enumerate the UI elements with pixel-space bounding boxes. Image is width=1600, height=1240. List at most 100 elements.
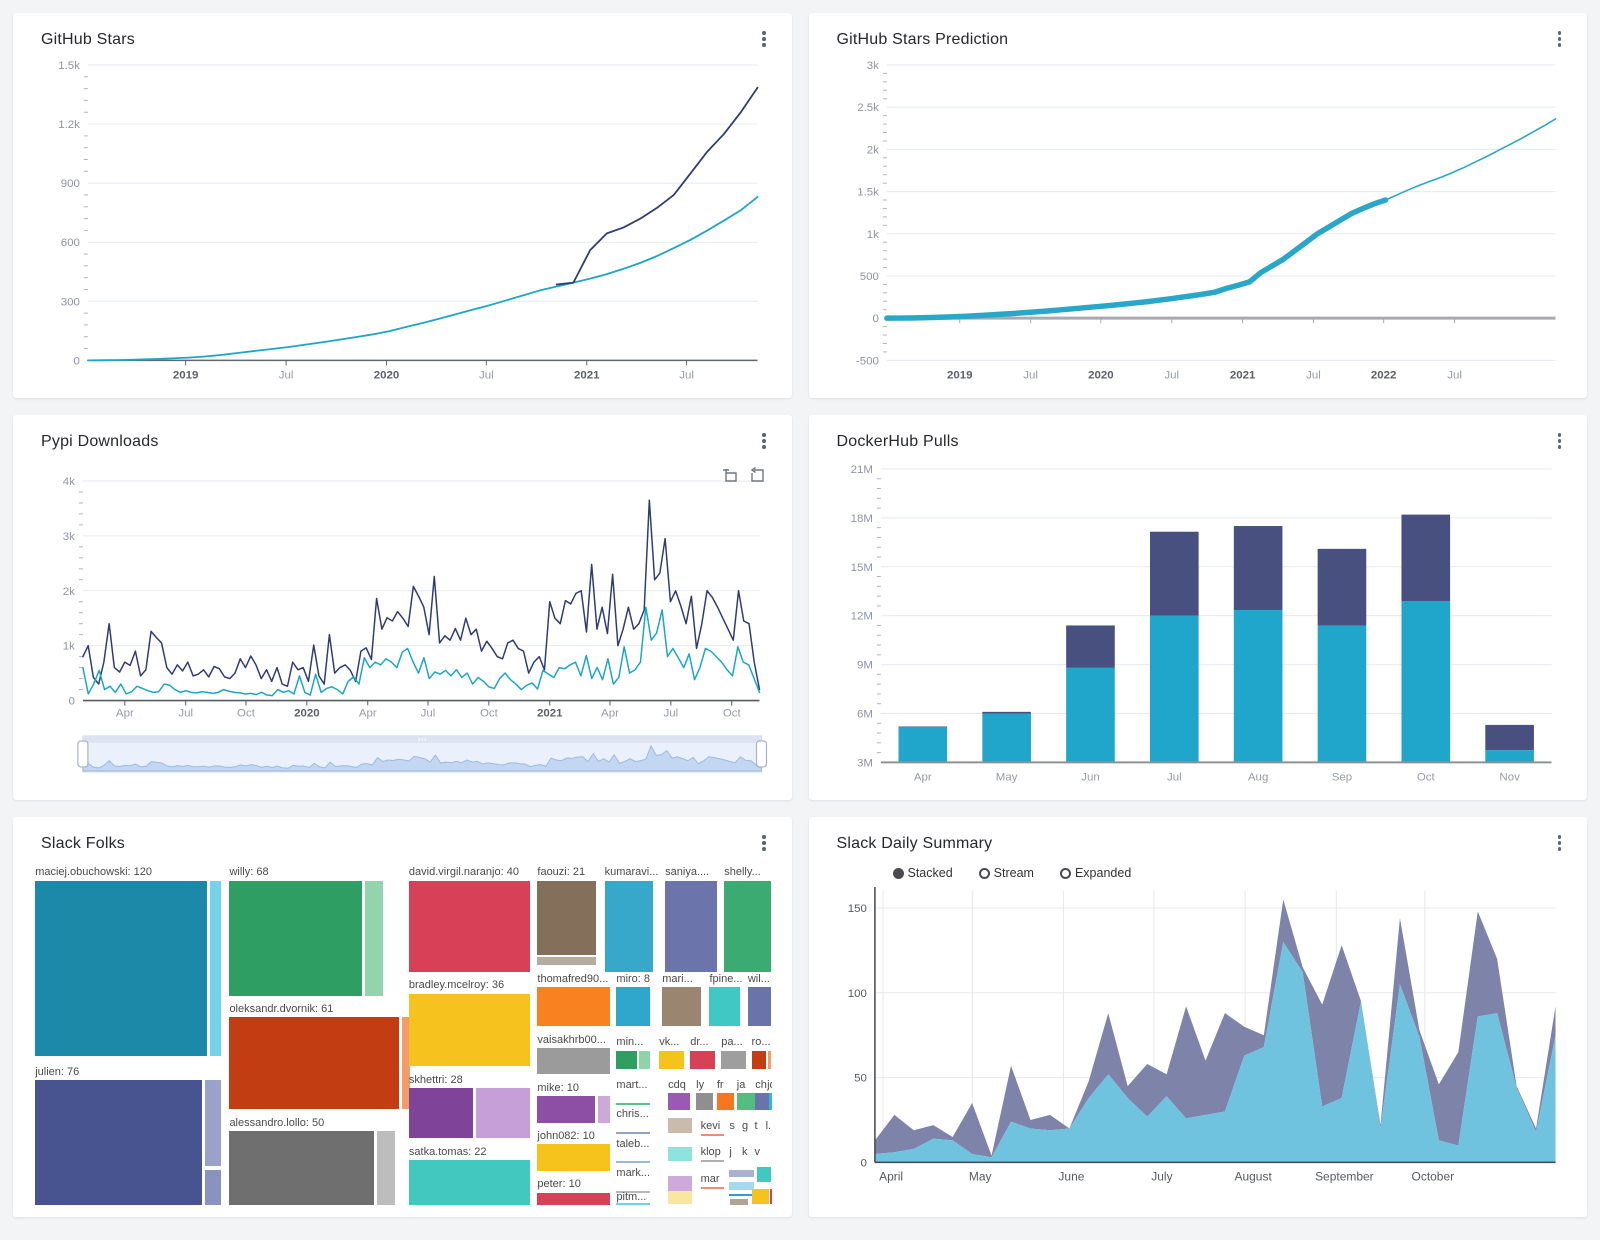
legend-item-stacked[interactable]: Stacked <box>893 866 953 880</box>
treemap-cell[interactable] <box>668 1176 692 1191</box>
treemap-cell[interactable] <box>717 1093 734 1109</box>
treemap-cell[interactable] <box>616 1051 637 1069</box>
datazoom-handle-right[interactable] <box>757 741 767 767</box>
treemap-cell[interactable] <box>639 1051 649 1069</box>
kebab-menu-icon[interactable] <box>1552 429 1568 453</box>
treemap-cell[interactable] <box>537 987 609 1026</box>
treemap-cell[interactable] <box>35 881 206 1056</box>
bar-segment[interactable] <box>1066 668 1115 763</box>
legend-item-expanded[interactable]: Expanded <box>1060 866 1131 880</box>
treemap-cell[interactable] <box>769 1093 772 1109</box>
treemap-cell[interactable] <box>409 1088 473 1138</box>
treemap-cell[interactable] <box>616 1203 650 1205</box>
treemap-cell[interactable] <box>752 1189 768 1204</box>
kebab-menu-icon[interactable] <box>756 429 772 453</box>
bar-segment[interactable] <box>1066 625 1115 667</box>
treemap-cell[interactable] <box>605 881 654 972</box>
treemap-cell[interactable] <box>701 1160 725 1162</box>
treemap-cell[interactable] <box>365 881 383 996</box>
treemap-cell[interactable] <box>696 1093 713 1109</box>
treemap-cell[interactable] <box>709 987 740 1026</box>
treemap-cell[interactable] <box>205 1170 221 1205</box>
treemap-cell[interactable] <box>768 1051 772 1069</box>
slack-daily-summary-chart[interactable]: 050100150AprilMayJuneJulyAugustSeptember… <box>829 883 1568 1188</box>
bar-segment[interactable] <box>898 727 947 762</box>
treemap-cell[interactable] <box>616 1132 650 1134</box>
treemap-cell[interactable] <box>537 881 595 956</box>
treemap-cell[interactable] <box>210 881 222 1056</box>
treemap-cell[interactable] <box>229 881 362 996</box>
treemap-cell[interactable] <box>757 1167 772 1182</box>
treemap-label: john082: 10 <box>537 1130 595 1142</box>
treemap-cell[interactable] <box>537 1096 595 1123</box>
bar-segment[interactable] <box>982 713 1031 762</box>
treemap-label: mari... <box>662 973 693 985</box>
treemap-cell[interactable] <box>409 1160 530 1205</box>
github-stars-prediction-chart[interactable]: -50005001k1.5k2k2.5k3k2019Jul2020Jul2021… <box>829 57 1568 386</box>
treemap-cell[interactable] <box>668 1093 690 1109</box>
treemap-cell[interactable] <box>537 957 595 964</box>
treemap-cell[interactable] <box>616 987 649 1026</box>
treemap-cell[interactable] <box>35 1080 202 1205</box>
treemap-cell[interactable] <box>409 881 530 972</box>
treemap-cell[interactable] <box>537 1048 609 1075</box>
treemap-cell[interactable] <box>770 1189 771 1204</box>
dockerhub-pulls-chart[interactable]: 3M6M9M12M15M18M21MAprMayJunJulAugSepOctN… <box>829 459 1568 788</box>
treemap-cell[interactable] <box>729 1194 753 1196</box>
treemap-cell[interactable] <box>730 1199 748 1205</box>
pypi-datazoom-slider[interactable] <box>33 730 772 776</box>
treemap-cell[interactable] <box>668 1191 692 1205</box>
treemap-cell[interactable] <box>616 1161 650 1163</box>
treemap-cell[interactable] <box>729 1170 753 1178</box>
treemap-cell[interactable] <box>598 1096 610 1123</box>
treemap-cell[interactable] <box>668 1118 692 1133</box>
bar-segment[interactable] <box>1149 532 1198 616</box>
treemap-cell[interactable] <box>690 1051 714 1069</box>
bar-segment[interactable] <box>1233 526 1282 610</box>
kebab-menu-icon[interactable] <box>756 27 772 51</box>
treemap-cell[interactable] <box>665 881 717 972</box>
bar-segment[interactable] <box>1401 515 1450 601</box>
svg-text:3k: 3k <box>63 531 75 543</box>
bar-segment[interactable] <box>898 727 947 728</box>
treemap-cell[interactable] <box>377 1131 395 1205</box>
treemap-cell[interactable] <box>737 1093 755 1109</box>
treemap-cell[interactable] <box>229 1017 399 1109</box>
legend-item-stream[interactable]: Stream <box>979 866 1034 880</box>
kebab-menu-icon[interactable] <box>756 831 772 855</box>
treemap-label: dr... <box>690 1036 708 1048</box>
bar-segment[interactable] <box>1401 601 1450 762</box>
bar-segment[interactable] <box>1485 750 1534 762</box>
datazoom-handle-left[interactable] <box>78 741 88 767</box>
treemap-cell[interactable] <box>729 1182 753 1190</box>
treemap-cell[interactable] <box>537 1193 609 1205</box>
bar-segment[interactable] <box>1485 725 1534 750</box>
treemap-cell[interactable] <box>701 1134 725 1136</box>
treemap-cell[interactable] <box>701 1187 725 1189</box>
pypi-downloads-chart[interactable]: 01k2k3k4kAprJulOct2020AprJulOct2021AprJu… <box>33 473 772 724</box>
bar-segment[interactable] <box>1317 625 1366 762</box>
restore-icon[interactable] <box>749 467 766 484</box>
bar-segment[interactable] <box>1317 549 1366 626</box>
treemap-cell[interactable] <box>476 1088 530 1138</box>
bar-segment[interactable] <box>1149 616 1198 763</box>
treemap-cell[interactable] <box>724 881 771 972</box>
data-zoom-icon[interactable] <box>722 467 739 484</box>
treemap-cell[interactable] <box>409 994 530 1067</box>
bar-segment[interactable] <box>982 712 1031 714</box>
treemap-cell[interactable] <box>616 1103 650 1105</box>
treemap-cell[interactable] <box>748 987 772 1026</box>
treemap-cell[interactable] <box>668 1147 692 1162</box>
svg-text:Apr: Apr <box>116 708 134 720</box>
treemap-cell[interactable] <box>752 1051 767 1069</box>
treemap-cell[interactable] <box>659 1051 684 1069</box>
bar-segment[interactable] <box>1233 610 1282 762</box>
treemap-cell[interactable] <box>205 1080 221 1166</box>
kebab-menu-icon[interactable] <box>1552 27 1568 51</box>
github-stars-chart[interactable]: 03006009001.2k1.5k2019Jul2020Jul2021Jul <box>33 57 772 386</box>
kebab-menu-icon[interactable] <box>1552 831 1568 855</box>
treemap-cell[interactable] <box>721 1051 745 1069</box>
treemap-cell[interactable] <box>537 1144 609 1171</box>
treemap-cell[interactable] <box>662 987 700 1026</box>
treemap-cell[interactable] <box>229 1131 374 1205</box>
